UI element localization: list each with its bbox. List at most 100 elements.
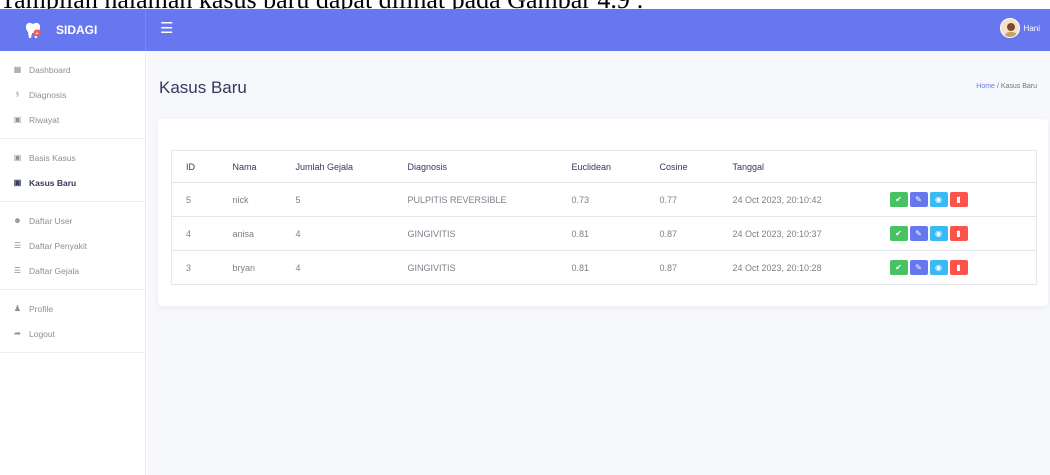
cell-actions: ✔ ✎ ◉ ▮ — [875, 250, 1037, 285]
list-icon: ☰ — [13, 241, 22, 250]
table-header-row: ID Nama Jumlah Gejala Diagnosis Euclidea… — [171, 150, 1037, 183]
cell-jumlah-gejala: 5 — [281, 182, 394, 217]
sidebar-item-label: Daftar Penyakit — [29, 240, 88, 251]
sidebar-item-label: Daftar Gejala — [29, 265, 80, 276]
user-menu[interactable]: Hani — [999, 18, 1040, 38]
users-icon: ☻ — [13, 216, 22, 225]
edit-icon: ✎ — [915, 195, 922, 204]
cell-id: 4 — [171, 216, 219, 251]
view-button[interactable]: ◉ — [929, 192, 948, 207]
cell-diagnosis: PULPITIS REVERSIBLE — [393, 182, 558, 217]
delete-button[interactable]: ▮ — [949, 260, 968, 275]
brand-name: SIDAGI — [56, 23, 98, 37]
cell-diagnosis: GINGIVITIS — [393, 250, 558, 285]
sidebar-item-label: Daftar User — [29, 215, 73, 226]
approve-button[interactable]: ✔ — [889, 192, 908, 207]
sidebar-item-label: Diagnosis — [29, 89, 67, 100]
sidebar-group: ♟ Profile ➦ Logout — [0, 290, 145, 353]
breadcrumb-home-link[interactable]: Home — [976, 83, 995, 90]
edit-button[interactable]: ✎ — [909, 226, 928, 241]
avatar — [999, 18, 1020, 38]
row-actions: ✔ ✎ ◉ ▮ — [889, 192, 1037, 207]
cell-euclidean: 0.81 — [557, 250, 646, 285]
archive-icon: ▣ — [13, 178, 22, 187]
trash-icon: ▮ — [956, 263, 961, 272]
cell-nama: bryan — [218, 250, 282, 285]
breadcrumb-separator: / — [996, 83, 999, 90]
tooth-logo-icon: + — [22, 19, 44, 41]
sidebar-item-label: Logout — [29, 328, 55, 339]
cell-euclidean: 0.81 — [557, 216, 646, 251]
column-header-nama: Nama — [218, 150, 282, 183]
cell-jumlah-gejala: 4 — [281, 216, 394, 251]
column-header-diagnosis: Diagnosis — [393, 150, 558, 183]
cell-cosine: 0.87 — [645, 216, 719, 251]
sidebar-item-daftar-user[interactable]: ☻ Daftar User — [0, 208, 145, 233]
sidebar: ▦ Dashboard ⚕ Diagnosis ▣ Riwayat ▣ Basis Ka… — [0, 51, 146, 475]
delete-button[interactable]: ▮ — [949, 192, 968, 207]
user-name: Hani — [1023, 23, 1040, 33]
sidebar-item-label: Riwayat — [29, 114, 60, 125]
hamburger-menu-icon[interactable]: ☰ — [160, 19, 173, 39]
approve-button[interactable]: ✔ — [889, 260, 908, 275]
cell-cosine: 0.87 — [645, 250, 719, 285]
edit-icon: ✎ — [915, 263, 922, 272]
row-actions: ✔ ✎ ◉ ▮ — [889, 226, 1037, 241]
sidebar-item-label: Dashboard — [29, 64, 71, 75]
cell-id: 5 — [171, 182, 219, 217]
stethoscope-icon: ⚕ — [15, 90, 20, 99]
cell-tanggal: 24 Oct 2023, 20:10:42 — [718, 182, 876, 217]
edit-button[interactable]: ✎ — [909, 260, 928, 275]
sidebar-item-daftar-gejala[interactable]: ☰ Daftar Gejala — [0, 258, 145, 283]
view-button[interactable]: ◉ — [929, 260, 948, 275]
sidebar-group: ▦ Dashboard ⚕ Diagnosis ▣ Riwayat — [0, 51, 145, 139]
view-button[interactable]: ◉ — [929, 226, 948, 241]
eye-icon: ◉ — [935, 195, 942, 204]
check-icon: ✔ — [895, 229, 902, 238]
sidebar-item-basis-kasus[interactable]: ▣ Basis Kasus — [0, 145, 145, 170]
check-icon: ✔ — [895, 195, 902, 204]
svg-text:+: + — [36, 31, 39, 37]
sidebar-item-logout[interactable]: ➦ Logout — [0, 321, 145, 346]
column-header-id: ID — [171, 150, 219, 183]
page-title: Kasus Baru — [159, 78, 247, 97]
cell-id: 3 — [171, 250, 219, 285]
table-row: 4 anisa 4 GINGIVITIS 0.81 0.87 24 Oct 20… — [171, 216, 1037, 251]
grid-icon: ▦ — [13, 65, 22, 74]
row-actions: ✔ ✎ ◉ ▮ — [889, 260, 1037, 275]
archive-icon: ▣ — [13, 115, 22, 124]
main-content: Kasus Baru Home / Kasus Baru ID Nama Jum… — [147, 51, 1050, 475]
edit-button[interactable]: ✎ — [909, 192, 928, 207]
cell-nama: anisa — [218, 216, 282, 251]
sidebar-group: ▣ Basis Kasus ▣ Kasus Baru — [0, 139, 145, 202]
column-header-actions — [875, 150, 1037, 183]
list-icon: ☰ — [13, 266, 22, 275]
table-row: 5 nick 5 PULPITIS REVERSIBLE 0.73 0.77 2… — [171, 182, 1037, 217]
sidebar-item-profile[interactable]: ♟ Profile — [0, 296, 145, 321]
sidebar-item-kasus-baru[interactable]: ▣ Kasus Baru — [0, 170, 145, 195]
user-icon: ♟ — [13, 304, 22, 313]
column-header-tanggal: Tanggal — [718, 150, 876, 183]
sidebar-item-label: Kasus Baru — [29, 177, 77, 188]
sidebar-group: ☻ Daftar User ☰ Daftar Penyakit ☰ Daftar Ge… — [0, 202, 145, 290]
brand[interactable]: + SIDAGI — [0, 9, 146, 51]
sidebar-item-riwayat[interactable]: ▣ Riwayat — [0, 107, 145, 132]
breadcrumb-current: Kasus Baru — [1000, 83, 1037, 90]
cell-jumlah-gejala: 4 — [281, 250, 394, 285]
trash-icon: ▮ — [956, 195, 961, 204]
cases-card: ID Nama Jumlah Gejala Diagnosis Euclidea… — [158, 119, 1048, 306]
sidebar-item-label: Basis Kasus — [29, 152, 76, 163]
delete-button[interactable]: ▮ — [949, 226, 968, 241]
cell-actions: ✔ ✎ ◉ ▮ — [875, 182, 1037, 217]
cell-nama: nick — [218, 182, 282, 217]
sidebar-item-dashboard[interactable]: ▦ Dashboard — [0, 57, 145, 82]
sidebar-item-diagnosis[interactable]: ⚕ Diagnosis — [0, 82, 145, 107]
column-header-cosine: Cosine — [645, 150, 719, 183]
approve-button[interactable]: ✔ — [889, 226, 908, 241]
eye-icon: ◉ — [935, 229, 942, 238]
column-header-euclidean: Euclidean — [557, 150, 646, 183]
sidebar-item-daftar-penyakit[interactable]: ☰ Daftar Penyakit — [0, 233, 145, 258]
check-icon: ✔ — [895, 263, 902, 272]
cell-tanggal: 24 Oct 2023, 20:10:28 — [718, 250, 876, 285]
edit-icon: ✎ — [915, 229, 922, 238]
